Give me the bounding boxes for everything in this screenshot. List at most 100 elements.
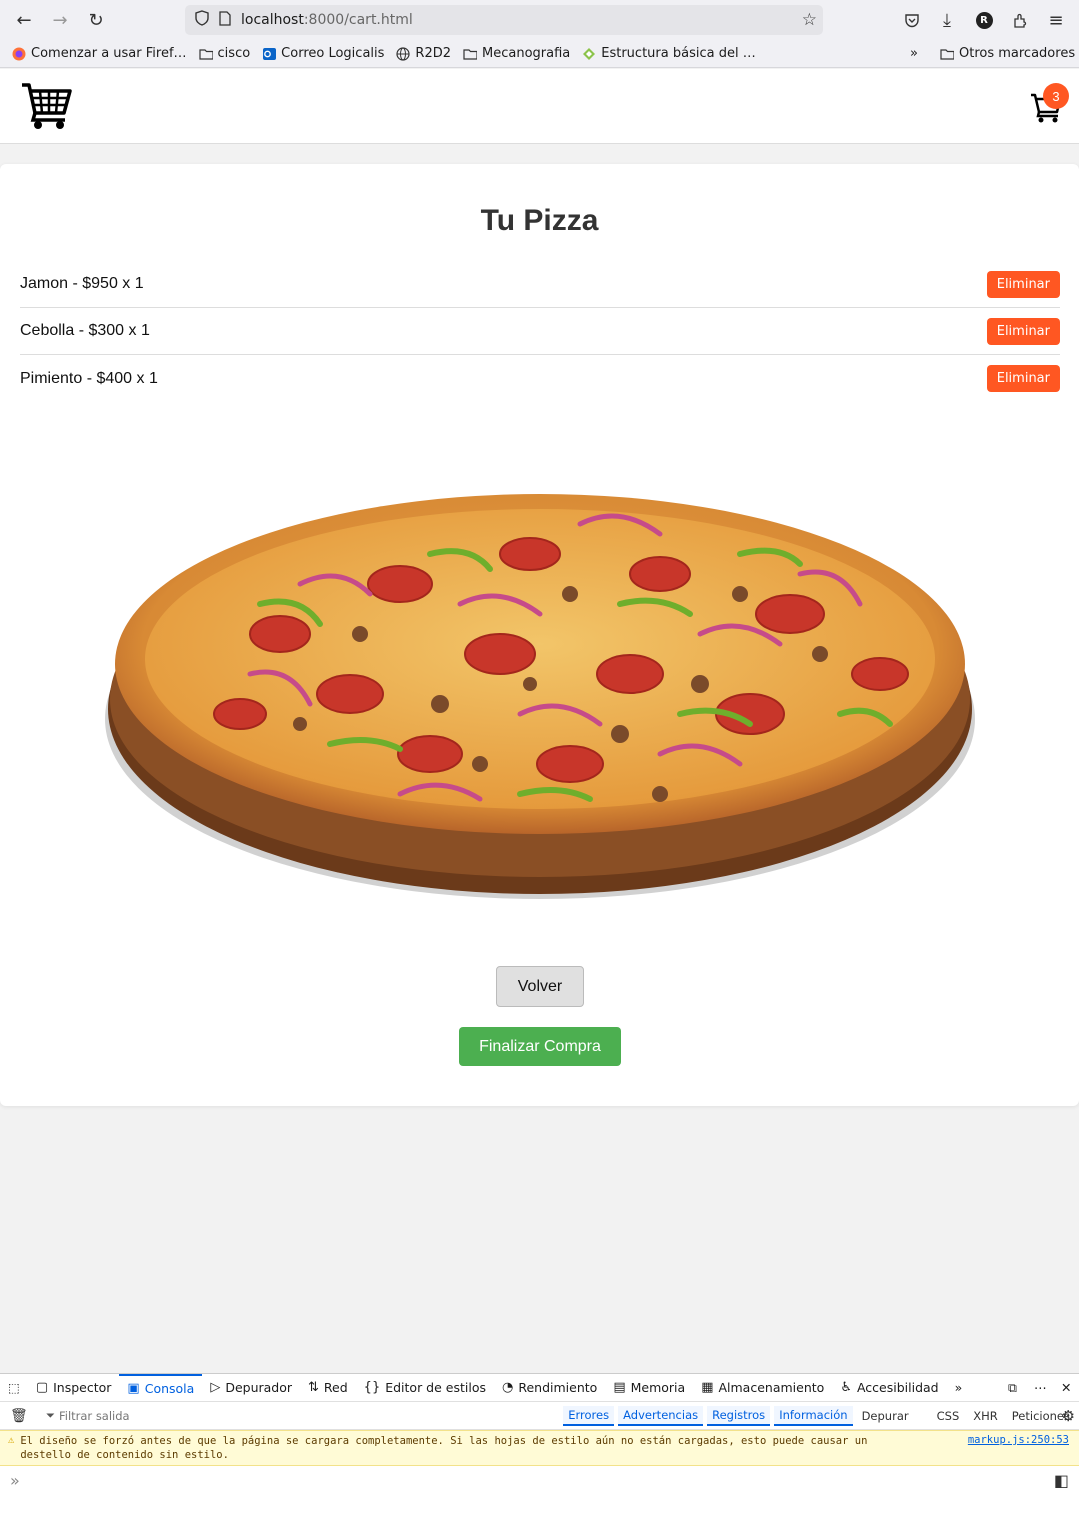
profile-avatar[interactable]: R — [969, 5, 999, 35]
filter-logs[interactable]: Registros — [707, 1405, 771, 1426]
console-icon: ▣ — [127, 1381, 140, 1396]
more-tabs-chevron-icon[interactable]: » — [947, 1374, 971, 1402]
dock-toggle-icon[interactable]: ⧉ — [1000, 1374, 1025, 1402]
more-options-icon[interactable]: ⋯ — [1026, 1374, 1055, 1402]
bookmarks-bar: Comenzar a usar Firef… cisco Correo Logi… — [0, 40, 1079, 68]
extensions-icon[interactable] — [1005, 5, 1035, 35]
filter-info[interactable]: Información — [774, 1405, 853, 1426]
bookmark-label: Estructura básica del … — [601, 46, 756, 61]
tab-console[interactable]: ▣ Consola — [119, 1373, 203, 1402]
back-button[interactable]: Volver — [496, 966, 584, 1007]
bookmark-item[interactable]: Mecanografia — [463, 46, 570, 61]
bookmark-label: Correo Logicalis — [281, 46, 385, 61]
pizza-image — [105, 494, 975, 899]
firefox-icon — [12, 47, 26, 61]
cart-item: Pimiento - $400 x 1 Eliminar — [20, 355, 1060, 402]
site-header — [0, 69, 1079, 144]
tab-inspector[interactable]: ▢ Inspector — [28, 1374, 120, 1402]
url-bar[interactable]: localhost:8000/cart.html ☆ — [185, 5, 823, 35]
filter-css[interactable]: CSS — [932, 1407, 965, 1425]
tab-memory[interactable]: ▤ Memoria — [605, 1374, 693, 1402]
tab-label: Accesibilidad — [856, 1380, 939, 1395]
filter-warnings[interactable]: Advertencias — [618, 1405, 704, 1426]
console-input[interactable]: » ◧ — [0, 1466, 1079, 1494]
remove-item-button[interactable]: Eliminar — [986, 270, 1060, 298]
page-title: Tu Pizza — [480, 204, 599, 237]
editor-mode-icon[interactable]: ◧ — [1054, 1471, 1069, 1490]
accessibility-icon: ♿ — [840, 1380, 852, 1395]
tab-label: Almacenamiento — [718, 1380, 825, 1395]
url-path: :8000/cart.html — [303, 12, 413, 28]
console-warning-row: ⚠ El diseño se forzó antes de que la pág… — [0, 1430, 1079, 1466]
tab-label: Depurador — [225, 1380, 293, 1395]
cart-item-text: Cebolla - $300 x 1 — [20, 322, 150, 339]
url-host: localhost — [241, 12, 304, 28]
tab-network[interactable]: ⇅ Red — [300, 1374, 356, 1402]
tab-label: Memoria — [630, 1380, 686, 1395]
other-bookmarks-label: Otros marcadores — [959, 46, 1076, 61]
forward-arrow-icon[interactable]: → — [45, 5, 75, 35]
bookmark-label: Comenzar a usar Firef… — [31, 46, 187, 61]
bookmark-item[interactable]: Comenzar a usar Firef… — [12, 46, 187, 61]
inspector-icon: ▢ — [35, 1380, 49, 1395]
shopping-cart-logo-icon[interactable] — [20, 79, 72, 131]
bookmark-label: cisco — [217, 46, 251, 61]
reload-icon[interactable]: ↻ — [81, 5, 111, 35]
tab-storage[interactable]: ▦ Almacenamiento — [693, 1374, 832, 1402]
cart-item-text: Pimiento - $400 x 1 — [20, 369, 158, 387]
tab-label: Rendimiento — [518, 1380, 598, 1395]
tab-style-editor[interactable]: {} Editor de estilos — [356, 1374, 494, 1402]
filter-xhr[interactable]: XHR — [968, 1407, 1003, 1425]
bookmark-item[interactable]: Estructura básica del … — [582, 46, 756, 61]
download-icon[interactable]: ⤓ — [932, 5, 962, 35]
tab-accessibility[interactable]: ♿ Accesibilidad — [832, 1374, 946, 1402]
element-picker-icon[interactable]: ⬚ — [0, 1374, 28, 1402]
outlook-icon — [262, 47, 277, 61]
globe-icon — [396, 46, 411, 61]
browser-toolbar: ← → ↻ localhost:8000/cart.html ☆ ⤓ R ≡ — [0, 0, 1079, 40]
debugger-icon: ▷ — [210, 1380, 221, 1395]
bookmark-item[interactable]: cisco — [198, 46, 251, 61]
cart-card: Tu Pizza Jamon - $950 x 1 Eliminar Cebol… — [0, 164, 1079, 1106]
devtools-tabs: ⬚ ▢ Inspector ▣ Consola ▷ Depurador ⇅ Red {}… — [0, 1373, 1079, 1402]
devtools-panel: ⬚ ▢ Inspector ▣ Consola ▷ Depurador ⇅ Red {}… — [0, 1373, 1079, 1532]
page-icon — [219, 10, 231, 30]
tab-debugger[interactable]: ▷ Depurador — [202, 1374, 300, 1402]
pocket-icon[interactable] — [897, 5, 927, 35]
filter-errors[interactable]: Errores — [563, 1405, 615, 1426]
bookmark-label: Mecanografia — [482, 46, 571, 61]
menu-hamburger-icon[interactable]: ≡ — [1041, 5, 1071, 35]
back-arrow-icon[interactable]: ← — [9, 5, 39, 35]
remove-item-button[interactable]: Eliminar — [986, 365, 1060, 392]
warning-message: El diseño se forzó antes de que la págin… — [20, 1435, 868, 1461]
bookmark-label: R2D2 — [415, 46, 451, 61]
tab-label: Red — [323, 1380, 348, 1395]
style-editor-icon: {} — [363, 1380, 381, 1395]
tab-performance[interactable]: ◔ Rendimiento — [494, 1374, 605, 1402]
console-prompt-icon: » — [10, 1470, 20, 1490]
close-icon[interactable]: ✕ — [1053, 1374, 1079, 1402]
filter-funnel-icon: ⏷ — [45, 1408, 55, 1422]
bookmark-item[interactable]: Correo Logicalis — [262, 46, 384, 61]
cart-item-text: Jamon - $950 x 1 — [20, 275, 144, 292]
warning-source-link[interactable]: markup.js:250:53 — [968, 1434, 1069, 1446]
tab-label: Editor de estilos — [385, 1380, 486, 1395]
cart-items-list: Jamon - $950 x 1 Eliminar Cebolla - $300… — [20, 261, 1060, 402]
shield-icon — [195, 10, 209, 30]
cart-item: Jamon - $950 x 1 Eliminar — [20, 261, 1060, 308]
more-bookmarks-chevron-icon[interactable]: » — [910, 46, 918, 61]
trash-icon[interactable]: 🗑 — [10, 1408, 28, 1424]
warning-icon: ⚠ — [8, 1434, 15, 1446]
settings-gear-icon[interactable]: ⚙ — [1062, 1407, 1075, 1425]
folder-icon — [463, 47, 477, 61]
bookmark-star-icon[interactable]: ☆ — [802, 10, 817, 30]
folder-icon — [198, 47, 213, 61]
other-bookmarks[interactable]: Otros marcadores — [940, 46, 1075, 61]
bookmark-item[interactable]: R2D2 — [396, 46, 451, 61]
filter-debug[interactable]: Depurar — [857, 1407, 914, 1425]
finish-purchase-button[interactable]: Finalizar Compra — [459, 1027, 621, 1066]
remove-item-button[interactable]: Eliminar — [986, 317, 1060, 345]
filter-input[interactable]: Filtrar salida — [59, 1409, 563, 1423]
cart-item: Cebolla - $300 x 1 Eliminar — [20, 308, 1060, 355]
folder-icon — [940, 47, 954, 61]
